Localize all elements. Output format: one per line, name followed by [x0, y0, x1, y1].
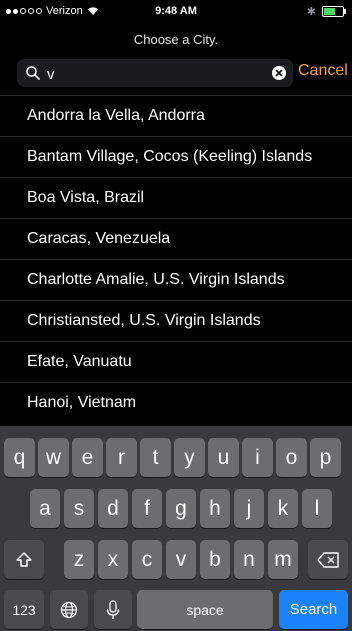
status-bar: Verizon 9:48 AM ✱	[0, 0, 352, 24]
key[interactable]: o	[276, 438, 307, 477]
bluetooth-icon: ✱	[306, 6, 316, 18]
key[interactable]: j	[234, 489, 264, 528]
shift-icon	[16, 551, 32, 567]
list-item[interactable]: Hanoi, Vietnam	[0, 382, 352, 423]
key[interactable]: y	[174, 438, 205, 477]
key[interactable]: f	[132, 489, 162, 528]
key[interactable]: b	[200, 540, 230, 579]
key[interactable]: a	[30, 489, 60, 528]
key[interactable]: v	[166, 540, 196, 579]
shift-key[interactable]	[4, 540, 44, 579]
key[interactable]: d	[98, 489, 128, 528]
key[interactable]: u	[208, 438, 239, 477]
cancel-button[interactable]: Cancel	[298, 62, 348, 80]
key[interactable]: i	[242, 438, 273, 477]
key[interactable]: e	[72, 438, 103, 477]
backspace-icon	[317, 551, 339, 568]
city-list: Andorra la Vella, Andorra Bantam Village…	[0, 95, 352, 423]
list-item[interactable]: Christiansted, U.S. Virgin Islands	[0, 300, 352, 341]
key[interactable]: n	[234, 540, 264, 579]
key[interactable]: w	[38, 438, 69, 477]
key[interactable]: q	[4, 438, 35, 477]
battery-icon	[322, 6, 346, 17]
key[interactable]: s	[64, 489, 94, 528]
search-bar[interactable]	[17, 59, 293, 87]
key[interactable]: l	[302, 489, 332, 528]
delete-key[interactable]	[308, 540, 348, 579]
search-input[interactable]	[45, 61, 269, 87]
clock: 9:48 AM	[155, 5, 197, 17]
globe-key[interactable]	[50, 590, 88, 629]
space-key[interactable]: space	[137, 590, 273, 629]
list-item[interactable]: Caracas, Venezuela	[0, 218, 352, 259]
numbers-key[interactable]: 123	[4, 590, 44, 629]
key[interactable]: t	[140, 438, 171, 477]
key[interactable]: k	[268, 489, 298, 528]
key[interactable]: m	[268, 540, 298, 579]
keyboard: q w e r t y u i o p a s d f g h j k l z …	[0, 426, 352, 631]
key[interactable]: h	[200, 489, 230, 528]
search-button[interactable]: Search	[279, 590, 348, 629]
list-item[interactable]: Charlotte Amalie, U.S. Virgin Islands	[0, 259, 352, 300]
globe-icon	[60, 601, 78, 618]
clear-search-icon[interactable]	[272, 66, 286, 80]
key[interactable]: x	[98, 540, 128, 579]
list-item[interactable]: Boa Vista, Brazil	[0, 177, 352, 218]
page-title: Choose a City.	[133, 32, 219, 47]
list-item[interactable]: Efate, Vanuatu	[0, 341, 352, 382]
status-right: ✱	[306, 5, 346, 18]
list-item[interactable]: Bantam Village, Cocos (Keeling) Islands	[0, 136, 352, 177]
search-icon	[26, 66, 40, 80]
microphone-icon	[106, 599, 120, 619]
list-item[interactable]: Andorra la Vella, Andorra	[0, 95, 352, 136]
key[interactable]: z	[64, 540, 94, 579]
key[interactable]: p	[310, 438, 341, 477]
key[interactable]: g	[166, 489, 196, 528]
dictation-key[interactable]	[94, 590, 132, 629]
key[interactable]: r	[106, 438, 137, 477]
key[interactable]: c	[132, 540, 162, 579]
